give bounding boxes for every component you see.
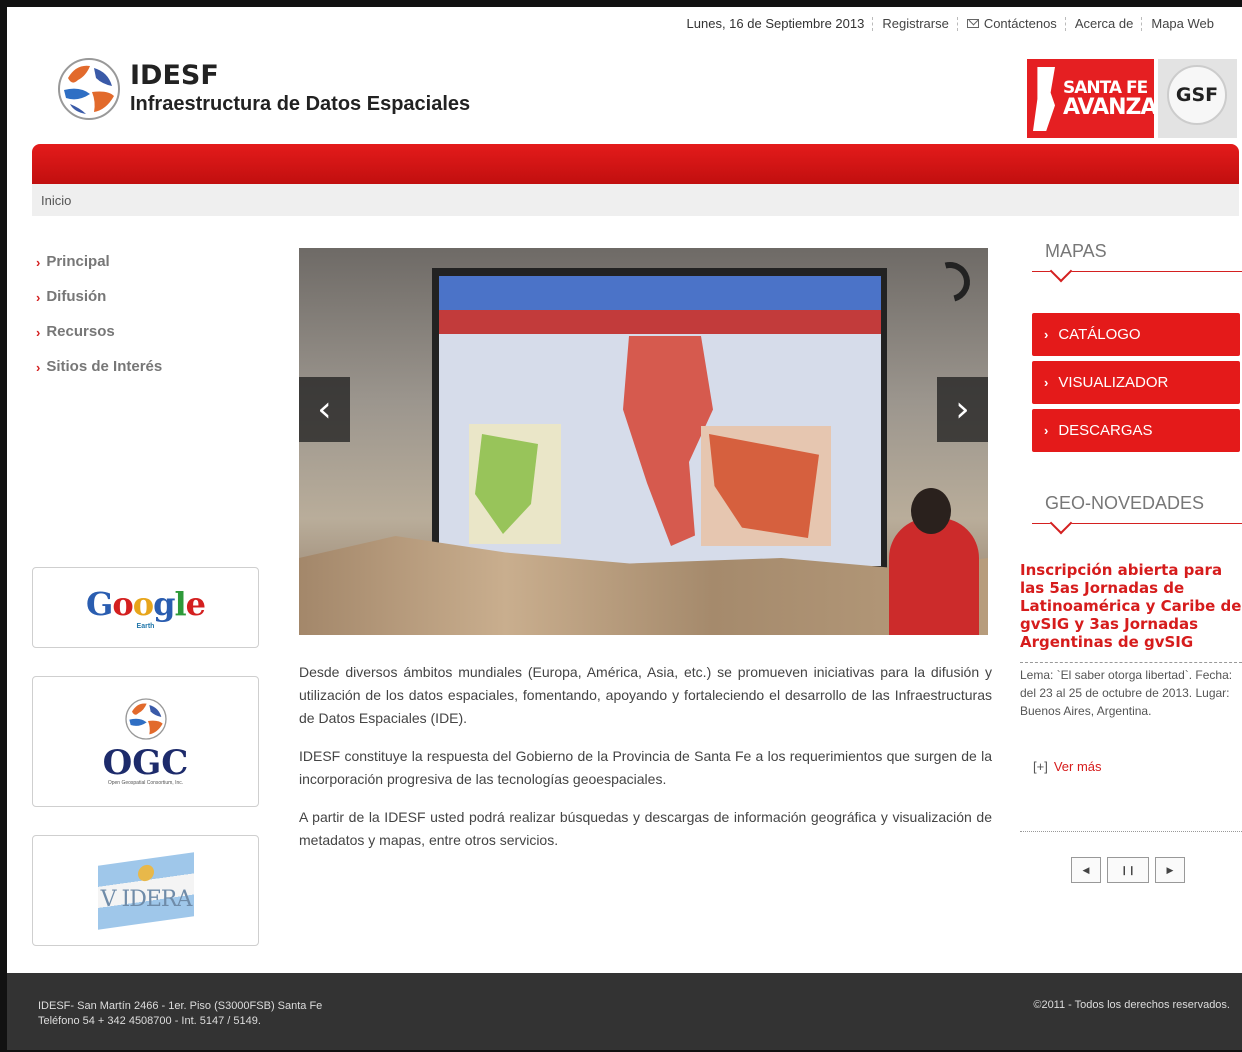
intro-paragraph: Desde diversos ámbitos mundiales (Europa…: [299, 664, 992, 726]
menu-item-principal[interactable]: › Principal: [36, 253, 162, 288]
contact-link[interactable]: Contáctenos: [984, 16, 1057, 31]
intro-paragraph: A partir de la IDESF usted podrá realiza…: [299, 809, 992, 848]
slider-next-button[interactable]: ›: [937, 377, 988, 442]
footer-address-line: IDESF- San Martín 2466 - 1er. Piso (S300…: [38, 1000, 323, 1012]
intro-paragraph: IDESF constituye la respuesta del Gobier…: [299, 748, 992, 787]
gsf-logo[interactable]: GSF: [1158, 59, 1237, 138]
chevron-right-icon: ›: [955, 389, 970, 430]
top-nav: Lunes, 16 de Septiembre 2013 Registrarse…: [687, 16, 1214, 31]
footer-copyright: ©2011 - Todos los derechos reservados.: [1033, 999, 1230, 1011]
chevron-right-icon: ›: [36, 255, 41, 270]
mail-icon: [966, 19, 979, 28]
breadcrumb-home[interactable]: Inicio: [41, 193, 71, 208]
chevron-right-icon: ›: [1044, 327, 1049, 342]
map-panel-left: [469, 424, 561, 544]
map-panel-right: [701, 426, 831, 546]
next-icon: ▶: [1166, 864, 1174, 875]
chevron-right-icon: ›: [1044, 423, 1049, 438]
divider: [1141, 16, 1143, 31]
google-earth-label: Earth: [136, 623, 155, 630]
divider: [1064, 16, 1067, 31]
ver-mas-link[interactable]: Ver más: [1054, 759, 1102, 774]
more-prefix: [+]: [1033, 759, 1048, 774]
google-logo: Google Earth: [86, 585, 206, 630]
chevron-right-icon: ›: [1044, 375, 1049, 390]
button-label: VISUALIZADOR: [1058, 374, 1169, 391]
prev-icon: ◀: [1082, 864, 1090, 875]
sun-icon: [137, 863, 154, 882]
chevron-right-icon: ›: [36, 360, 41, 375]
news-body: Lema: `El saber otorga libertad`. Fecha:…: [1020, 668, 1233, 718]
divider: [956, 16, 959, 31]
news-controls: ◀ ❙❙ ▶: [1071, 857, 1185, 883]
news-headline[interactable]: Inscripción abierta para las 5as Jornada…: [1020, 561, 1242, 651]
google-earth-banner[interactable]: Google Earth: [32, 567, 259, 648]
left-menu: › Principal › Difusión › Recursos › Sitios d…: [36, 253, 162, 393]
gsf-seal: GSF: [1167, 65, 1227, 125]
person: [889, 488, 979, 635]
news-next-button[interactable]: ▶: [1155, 857, 1185, 883]
ogc-banner[interactable]: OGC Open Geospatial Consortium, Inc.: [32, 676, 259, 807]
ogc-logo-text: OGC: [102, 743, 189, 783]
slider-prev-button[interactable]: ‹: [299, 377, 350, 442]
catalogo-button[interactable]: › CATÁLOGO: [1032, 313, 1240, 356]
news-pause-button[interactable]: ❙❙: [1107, 857, 1149, 883]
map-header: [439, 276, 881, 310]
mapas-title: MAPAS: [1045, 241, 1107, 261]
register-link[interactable]: Registrarse: [882, 16, 948, 31]
intro-text: Desde diversos ámbitos mundiales (Europa…: [299, 661, 992, 867]
footer-phone-line: Teléfono 54 + 342 4508700 - Int. 5147 / …: [38, 1015, 261, 1027]
site-logo[interactable]: IDESF Infraestructura de Datos Espaciale…: [56, 56, 470, 122]
news-divider: [1020, 662, 1242, 663]
avanza-text: AVANZA: [1063, 95, 1157, 120]
pause-icon: ❙❙: [1120, 864, 1136, 875]
visualizador-button[interactable]: › VISUALIZADOR: [1032, 361, 1240, 404]
geo-novedades-title: GEO-NOVEDADES: [1045, 493, 1205, 513]
ogc-globe-icon: [124, 698, 167, 740]
map-toolbar: [439, 310, 881, 334]
descargas-button[interactable]: › DESCARGAS: [1032, 409, 1240, 452]
projected-map: [439, 276, 881, 566]
news-more: [+] Ver más: [1033, 759, 1102, 774]
button-label: CATÁLOGO: [1058, 326, 1141, 343]
main-menu-bar: [32, 144, 1239, 184]
menu-item-label: Recursos: [46, 323, 115, 340]
globe-icon: [58, 58, 120, 120]
menu-item-label: Principal: [46, 253, 110, 270]
santa-fe-avanza-logo[interactable]: SANTA FE AVANZA: [1027, 59, 1157, 138]
breadcrumb: Inicio: [32, 184, 1239, 216]
ogc-subtitle: Open Geospatial Consortium, Inc.: [107, 780, 184, 786]
image-slider[interactable]: [299, 248, 988, 635]
menu-item-sitios[interactable]: › Sitios de Interés: [36, 358, 162, 393]
news-bottom-divider: [1020, 831, 1242, 832]
chevron-right-icon: ›: [36, 290, 41, 305]
menu-item-recursos[interactable]: › Recursos: [36, 323, 162, 358]
menu-item-label: Sitios de Interés: [46, 358, 163, 375]
about-link[interactable]: Acerca de: [1075, 16, 1134, 31]
news-prev-button[interactable]: ◀: [1071, 857, 1101, 883]
chevron-right-icon: ›: [36, 325, 41, 340]
chevron-left-icon: ‹: [317, 389, 332, 430]
menu-item-difusion[interactable]: › Difusión: [36, 288, 162, 323]
menu-item-label: Difusión: [46, 288, 107, 305]
idera-banner[interactable]: V IDERA: [32, 835, 259, 946]
logo-title: IDESF: [130, 60, 219, 91]
divider: [872, 16, 874, 31]
current-date: Lunes, 16 de Septiembre 2013: [686, 16, 865, 31]
footer: IDESF- San Martín 2466 - 1er. Piso (S300…: [7, 973, 1242, 1050]
button-label: DESCARGAS: [1058, 422, 1153, 439]
argentina-flag-icon: V IDERA: [97, 851, 194, 930]
footer-address: IDESF- San Martín 2466 - 1er. Piso (S300…: [38, 999, 322, 1029]
sitemap-link[interactable]: Mapa Web: [1151, 16, 1214, 31]
province-map-icon: [1033, 67, 1055, 131]
logo-subtitle: Infraestructura de Datos Espaciales: [130, 93, 471, 115]
idera-logo-text: V IDERA: [100, 886, 191, 912]
